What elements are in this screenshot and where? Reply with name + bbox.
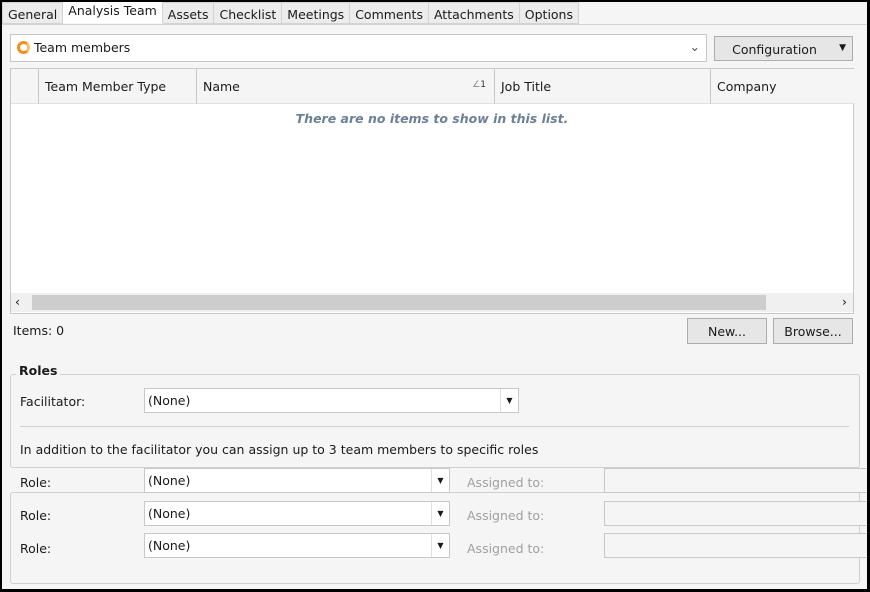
role-3-dropdown[interactable]: (None) ▼ (144, 533, 450, 558)
tab-general[interactable]: General (2, 2, 64, 24)
dropdown-arrow-icon: ▼ (839, 43, 846, 53)
view-selector-value: Team members (33, 40, 131, 55)
browse-button[interactable]: Browse... (773, 318, 853, 344)
tab-options[interactable]: Options (519, 2, 579, 24)
team-members-icon (17, 41, 30, 54)
analysis-team-window: General Analysis Team Assets Checklist M… (2, 2, 867, 589)
empty-list-message: There are no items to show in this list. (295, 111, 569, 126)
facilitator-label: Facilitator: (20, 394, 86, 409)
dropdown-arrow-icon: ▼ (431, 502, 449, 525)
assigned-to-3-field[interactable] (604, 533, 867, 558)
tab-checklist[interactable]: Checklist (214, 2, 283, 24)
dropdown-arrow-icon: ▼ (431, 469, 449, 492)
dropdown-arrow-icon: ▼ (500, 389, 518, 412)
tab-bar: General Analysis Team Assets Checklist M… (2, 2, 579, 24)
role-2-dropdown[interactable]: (None) ▼ (144, 501, 450, 526)
roles-title: Roles (16, 363, 61, 378)
scroll-left-icon[interactable]: ‹ (15, 294, 20, 309)
assigned-to-3-label: Assigned to: (467, 541, 545, 556)
role-1-dropdown[interactable]: (None) ▼ (144, 468, 450, 493)
assigned-to-2-field[interactable] (604, 501, 867, 526)
team-members-grid: Team Member Type Name ∠1 Job Title Compan… (10, 68, 855, 314)
tab-comments[interactable]: Comments (350, 2, 429, 24)
assigned-to-2-label: Assigned to: (467, 508, 545, 523)
sort-ascending-icon: ∠1 (472, 80, 486, 90)
role-1-label: Role: (20, 475, 52, 490)
column-header-company[interactable]: Company (711, 69, 855, 104)
assigned-to-1-label: Assigned to: (467, 475, 545, 490)
facilitator-dropdown[interactable]: (None) ▼ (144, 388, 519, 413)
roles-hint: In addition to the facilitator you can a… (20, 442, 539, 457)
horizontal-scrollbar[interactable]: ‹ › (11, 293, 853, 312)
scroll-right-icon[interactable]: › (842, 294, 847, 309)
role-3-label: Role: (20, 541, 52, 556)
tab-meetings[interactable]: Meetings (282, 2, 351, 24)
configuration-button[interactable]: Configuration ▼ (714, 36, 853, 61)
tab-attachments[interactable]: Attachments (428, 2, 520, 24)
view-selector-dropdown[interactable]: Team members ⌄ (10, 34, 707, 62)
assigned-to-1-field[interactable] (604, 468, 867, 493)
new-button[interactable]: New... (687, 318, 767, 344)
tab-analysis-team[interactable]: Analysis Team (63, 2, 163, 23)
items-count: Items: 0 (13, 323, 65, 338)
column-header-job-title[interactable]: Job Title (495, 69, 711, 104)
column-header-name[interactable]: Name ∠1 (197, 69, 495, 104)
scrollbar-thumb[interactable] (32, 295, 766, 310)
tab-assets[interactable]: Assets (162, 2, 215, 24)
role-2-label: Role: (20, 508, 52, 523)
separator (20, 426, 849, 427)
chevron-down-icon: ⌄ (689, 39, 700, 54)
dropdown-arrow-icon: ▼ (431, 534, 449, 557)
column-header-team-member-type[interactable]: Team Member Type (39, 69, 197, 104)
row-indicator-header (11, 69, 39, 104)
